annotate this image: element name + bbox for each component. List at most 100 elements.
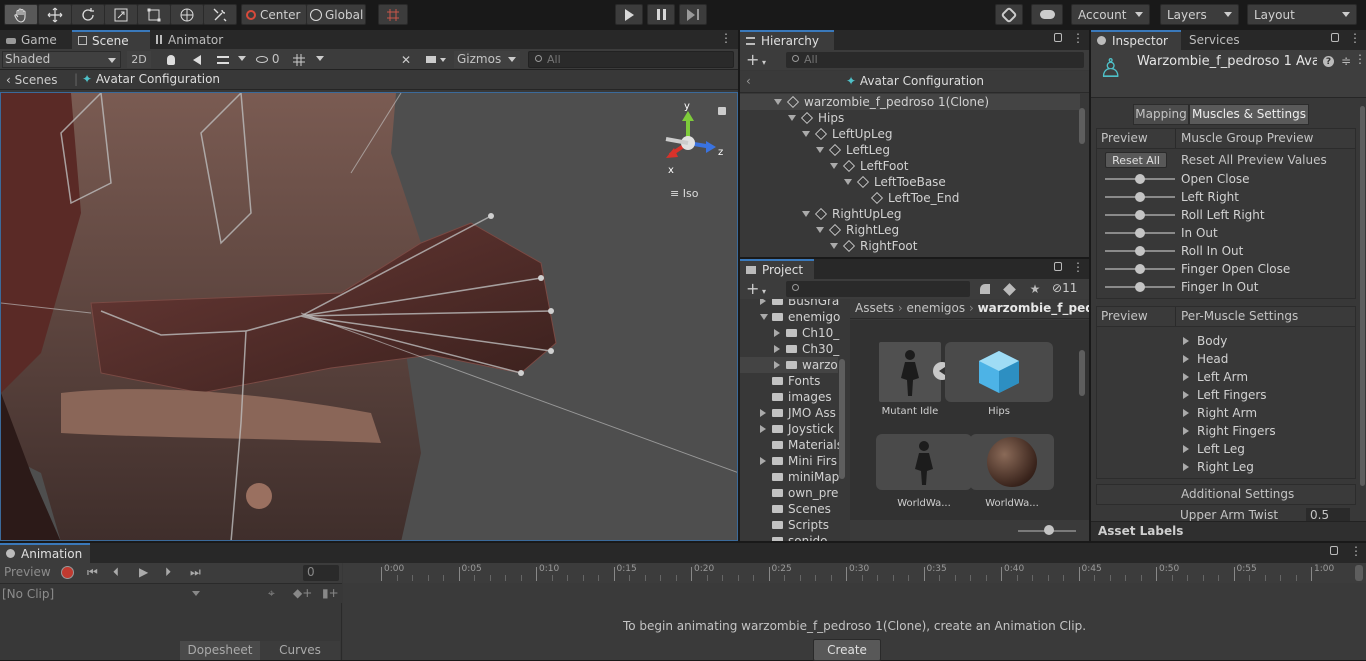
shading-dropdown[interactable]: Shaded: [2, 51, 121, 68]
hierarchy-row[interactable]: LeftToe_End: [740, 190, 1080, 206]
step-button[interactable]: [679, 4, 707, 25]
folder-tree-item[interactable]: Ch10_: [740, 325, 839, 341]
inspector-scrollbar[interactable]: [1359, 106, 1366, 518]
scene-viewport[interactable]: y x z ≡ Iso: [0, 92, 738, 541]
collab-button[interactable]: [995, 4, 1023, 25]
breadcrumb-avatar[interactable]: ✦ Avatar Configuration: [82, 72, 220, 86]
lock-icon[interactable]: [1054, 33, 1062, 42]
hand-tool-button[interactable]: [4, 4, 38, 25]
rect-tool-button[interactable]: [137, 4, 171, 25]
cloud-button[interactable]: [1031, 4, 1063, 25]
muscle-group-foldout[interactable]: Body: [1097, 333, 1355, 349]
expand-arrow-icon[interactable]: [760, 409, 766, 417]
add-object-button[interactable]: + ▾: [746, 50, 766, 69]
expand-arrow-icon[interactable]: [1183, 445, 1189, 453]
hierarchy-row[interactable]: LeftUpLeg: [740, 126, 1080, 142]
tab-animation[interactable]: Animation: [0, 543, 90, 563]
muscle-group-foldout[interactable]: Head: [1097, 351, 1355, 367]
layers-dropdown[interactable]: Layers: [1160, 4, 1239, 25]
panel-menu-icon[interactable]: ⋮: [1072, 31, 1084, 45]
panel-menu-icon[interactable]: ⋮: [720, 31, 732, 45]
account-dropdown[interactable]: Account: [1071, 4, 1150, 25]
hierarchy-scrollbar[interactable]: [1078, 96, 1086, 254]
hierarchy-row[interactable]: RightUpLeg: [740, 206, 1080, 222]
tab-animator[interactable]: Animator: [150, 30, 240, 50]
dopesheet-tab[interactable]: Dopesheet: [180, 641, 260, 660]
tab-inspector[interactable]: Inspector: [1091, 30, 1181, 50]
slider-knob[interactable]: [1135, 192, 1145, 202]
slider-knob[interactable]: [1135, 264, 1145, 274]
lock-icon[interactable]: [1330, 546, 1338, 555]
timeline-scrollbar[interactable]: [1355, 565, 1363, 581]
expand-arrow-icon[interactable]: [844, 179, 852, 185]
muscle-group-foldout[interactable]: Right Fingers: [1097, 423, 1355, 439]
pause-button[interactable]: [647, 4, 675, 25]
hierarchy-row[interactable]: warzombie_f_pedroso 1(Clone): [740, 94, 1080, 110]
hierarchy-row[interactable]: Hips: [740, 110, 1080, 126]
asset-worldwa-2[interactable]: WorldWa...: [970, 434, 1054, 509]
lock-icon[interactable]: [1054, 262, 1062, 271]
folder-tree-item[interactable]: sonido: [740, 533, 838, 541]
preview-toggle[interactable]: Preview: [4, 565, 51, 579]
next-key-icon[interactable]: ⏵: [165, 565, 171, 580]
breadcrumb-current-folder[interactable]: warzombie_f_pedroso: [978, 301, 1089, 315]
panel-menu-icon[interactable]: ⋮: [1072, 260, 1084, 274]
add-event-icon[interactable]: ▮+: [322, 586, 339, 600]
folder-tree-item[interactable]: Materials: [740, 437, 843, 453]
pivot-toggle[interactable]: Center: [241, 4, 307, 25]
asset-grid-scrollbar[interactable]: [1078, 344, 1086, 514]
hierarchy-search-input[interactable]: [804, 52, 1074, 67]
expand-arrow-icon[interactable]: [774, 361, 780, 369]
tab-project[interactable]: Project: [740, 259, 814, 279]
expand-arrow-icon[interactable]: [1183, 427, 1189, 435]
create-asset-button[interactable]: + ▾: [746, 279, 766, 298]
expand-arrow-icon[interactable]: [802, 211, 810, 217]
tab-hierarchy[interactable]: Hierarchy: [740, 30, 834, 50]
scale-tool-button[interactable]: [104, 4, 138, 25]
effects-dropdown-arrow-icon[interactable]: [238, 56, 246, 61]
expand-arrow-icon[interactable]: [760, 299, 766, 305]
folder-tree-scrollbar[interactable]: [838, 303, 846, 539]
space-toggle[interactable]: Global: [306, 4, 366, 25]
kebab-menu-icon[interactable]: ⋮: [1354, 52, 1366, 66]
add-keyframe-icon[interactable]: ◆+: [293, 586, 312, 600]
muscle-group-foldout[interactable]: Right Leg: [1097, 459, 1355, 475]
tab-game[interactable]: Game: [0, 30, 72, 50]
play-icon[interactable]: ▶: [139, 565, 148, 579]
filter-by-type-button[interactable]: [976, 281, 994, 297]
expand-arrow-icon[interactable]: [1183, 355, 1189, 363]
hierarchy-row[interactable]: RightLeg: [740, 222, 1080, 238]
expand-arrow-icon[interactable]: [774, 99, 782, 105]
expand-arrow-icon[interactable]: [760, 425, 766, 433]
muscle-group-foldout[interactable]: Left Leg: [1097, 441, 1355, 457]
custom-tool-button[interactable]: [203, 4, 237, 25]
last-key-icon[interactable]: ⏭: [190, 565, 201, 580]
grid-toggle[interactable]: [288, 51, 310, 68]
expand-arrow-icon[interactable]: [788, 115, 796, 121]
asset-labels-header[interactable]: Asset Labels: [1091, 521, 1366, 541]
muscle-group-foldout[interactable]: Left Arm: [1097, 369, 1355, 385]
muscle-group-foldout[interactable]: Left Fingers: [1097, 387, 1355, 403]
grid-snap-button[interactable]: [378, 4, 408, 25]
create-clip-button[interactable]: Create: [813, 639, 881, 661]
reset-all-button[interactable]: Reset All: [1105, 152, 1167, 168]
folder-tree-item[interactable]: Ch30_: [740, 341, 839, 357]
slider-knob[interactable]: [1135, 282, 1145, 292]
folder-tree-item[interactable]: miniMap: [740, 469, 839, 485]
project-search-field[interactable]: [786, 281, 970, 297]
move-tool-button[interactable]: [38, 4, 72, 25]
expand-arrow-icon[interactable]: [760, 457, 766, 465]
camera-button[interactable]: [422, 51, 450, 68]
folder-tree-item[interactable]: enemigo: [740, 309, 840, 325]
expand-arrow-icon[interactable]: [816, 227, 824, 233]
hidden-packages-toggle[interactable]: ⊘11: [1052, 281, 1077, 295]
muscle-group-foldout[interactable]: Right Arm: [1097, 405, 1355, 421]
slider-knob[interactable]: [1135, 246, 1145, 256]
previous-key-icon[interactable]: ⏴: [113, 565, 119, 580]
hierarchy-row[interactable]: LeftFoot: [740, 158, 1080, 174]
toggle-2d-button[interactable]: 2D: [127, 51, 151, 68]
timeline-ruler[interactable]: 0:00 0:05 0:10 0:15 0:20 0:25 0:30 0:35 0:40 0:45…: [343, 563, 1366, 583]
expand-arrow-icon[interactable]: [1183, 409, 1189, 417]
chevron-left-icon[interactable]: ‹: [746, 74, 751, 88]
scenes-back-link[interactable]: ‹ Scenes: [6, 73, 57, 87]
